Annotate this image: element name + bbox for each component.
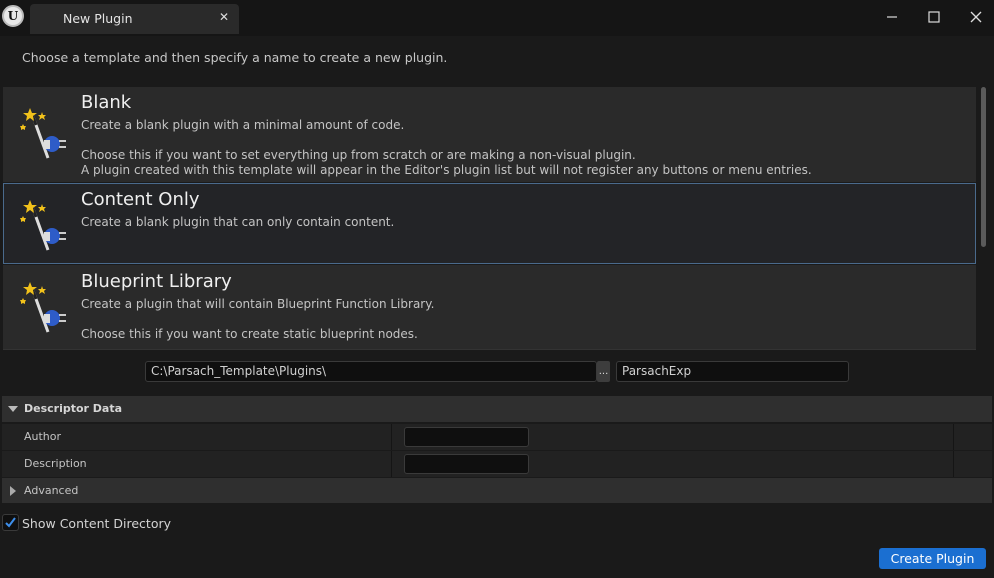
show-content-directory-checkbox[interactable] [2,514,19,531]
chevron-right-icon [10,486,16,496]
descriptor-details-panel: Descriptor Data Author Description Advan… [2,396,992,503]
plugin-wand-icon [20,200,66,251]
template-blueprint-library[interactable]: Blueprint Library Create a plugin that w… [3,265,976,349]
tab-new-plugin[interactable]: New Plugin ✕ [30,4,239,34]
divider [3,349,976,350]
column-divider [953,451,954,478]
plugin-wand-icon [20,282,66,333]
description-field[interactable] [404,454,529,474]
checkmark-icon [5,517,16,528]
tab-close-icon[interactable]: ✕ [219,10,229,24]
template-scrollbar[interactable] [979,87,987,349]
column-divider [391,451,392,478]
template-description: Create a blank plugin with a minimal amo… [81,118,405,132]
chevron-down-icon [8,406,18,412]
template-content-only[interactable]: Content Only Create a blank plugin that … [3,183,976,264]
instruction-text: Choose a template and then specify a nam… [22,50,448,65]
author-row: Author [2,423,992,451]
plugin-path-input[interactable]: C:\Parsach_Template\Plugins\ [145,361,597,382]
advanced-label: Advanced [24,484,79,497]
template-description: Choose this if you want to create static… [81,327,418,341]
template-title: Content Only [81,189,200,210]
author-label: Author [24,430,62,443]
author-field[interactable] [404,427,529,447]
section-label: Descriptor Data [24,402,123,415]
template-description: Choose this if you want to set everythin… [81,148,636,162]
unreal-logo-icon: U [2,5,24,27]
tab-title: New Plugin [63,11,133,26]
close-icon[interactable] [961,6,991,28]
template-description: Create a plugin that will contain Bluepr… [81,297,435,311]
show-content-directory-label: Show Content Directory [22,516,171,531]
create-plugin-button[interactable]: Create Plugin [879,548,986,569]
template-description: Create a blank plugin that can only cont… [81,215,395,229]
plugin-wand-icon [20,108,66,159]
template-list: Blank Create a blank plugin with a minim… [3,87,976,349]
template-description: A plugin created with this template will… [81,163,812,177]
scrollbar-thumb[interactable] [981,87,986,247]
description-row: Description [2,450,992,478]
template-title: Blank [81,92,132,113]
advanced-section-header[interactable]: Advanced [2,477,992,503]
descriptor-data-header[interactable]: Descriptor Data [2,396,992,422]
template-blank[interactable]: Blank Create a blank plugin with a minim… [3,87,976,182]
template-title: Blueprint Library [81,271,232,292]
title-bar: U New Plugin ✕ [0,0,994,36]
column-divider [953,424,954,451]
description-label: Description [24,457,87,470]
maximize-icon[interactable] [919,6,949,28]
browse-path-button[interactable]: ... [597,361,610,382]
column-divider [391,424,392,451]
minimize-icon[interactable] [877,6,907,28]
plugin-name-input[interactable]: ParsachExp [616,361,849,382]
